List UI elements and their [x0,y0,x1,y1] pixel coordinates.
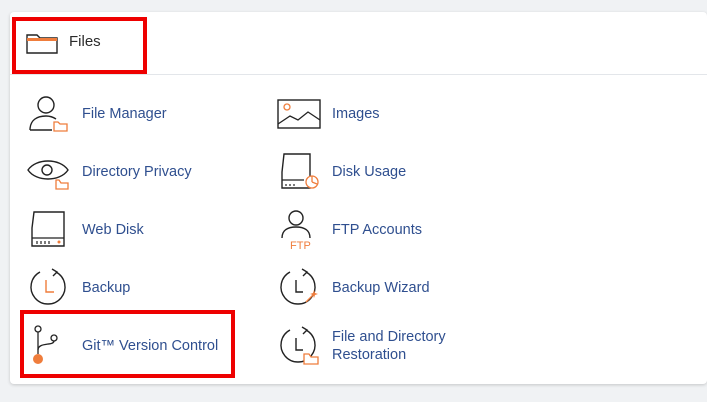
backup-wizard-link[interactable]: Backup Wizard [276,266,516,310]
folder-icon [26,34,58,54]
file-manager-icon [29,96,68,132]
ftp-accounts-link[interactable]: FTP FTP Accounts [276,208,516,252]
backup-wizard-icon [280,268,318,305]
directory-privacy-label: Directory Privacy [82,164,192,180]
backup-icon [30,268,66,305]
git-version-control-link[interactable]: Git™ Version Control [26,324,266,368]
directory-privacy-link[interactable]: Directory Privacy [26,150,266,194]
file-manager-label: File Manager [82,106,167,122]
file-restoration-icon [280,326,319,365]
disk-usage-icon [281,153,319,189]
file-directory-restoration-link[interactable]: File and Directory Restoration [276,324,516,368]
section-title: Files [69,33,101,50]
backup-wizard-label: Backup Wizard [332,280,430,296]
disk-usage-label: Disk Usage [332,164,407,180]
web-disk-link[interactable]: Web Disk [26,208,266,252]
files-panel: Files File Manager Images Directory Priv… [10,12,707,384]
file-directory-restoration-label: File and Directory Restoration [332,329,446,363]
ftp-accounts-label: FTP Accounts [332,222,422,238]
web-disk-label: Web Disk [82,222,144,238]
git-version-control-label: Git™ Version Control [82,338,219,354]
files-section-header[interactable]: Files [10,12,707,75]
images-icon [277,99,321,129]
images-link[interactable]: Images [276,92,516,136]
directory-privacy-icon [27,160,69,190]
web-disk-icon [31,211,65,247]
disk-usage-link[interactable]: Disk Usage [276,150,516,194]
git-branch-icon [33,325,58,364]
ftp-accounts-icon: FTP [281,210,311,252]
file-manager-link[interactable]: File Manager [26,92,266,136]
images-label: Images [332,106,380,122]
ftp-text: FTP [290,240,311,252]
backup-link[interactable]: Backup [26,266,266,310]
backup-label: Backup [82,280,131,296]
